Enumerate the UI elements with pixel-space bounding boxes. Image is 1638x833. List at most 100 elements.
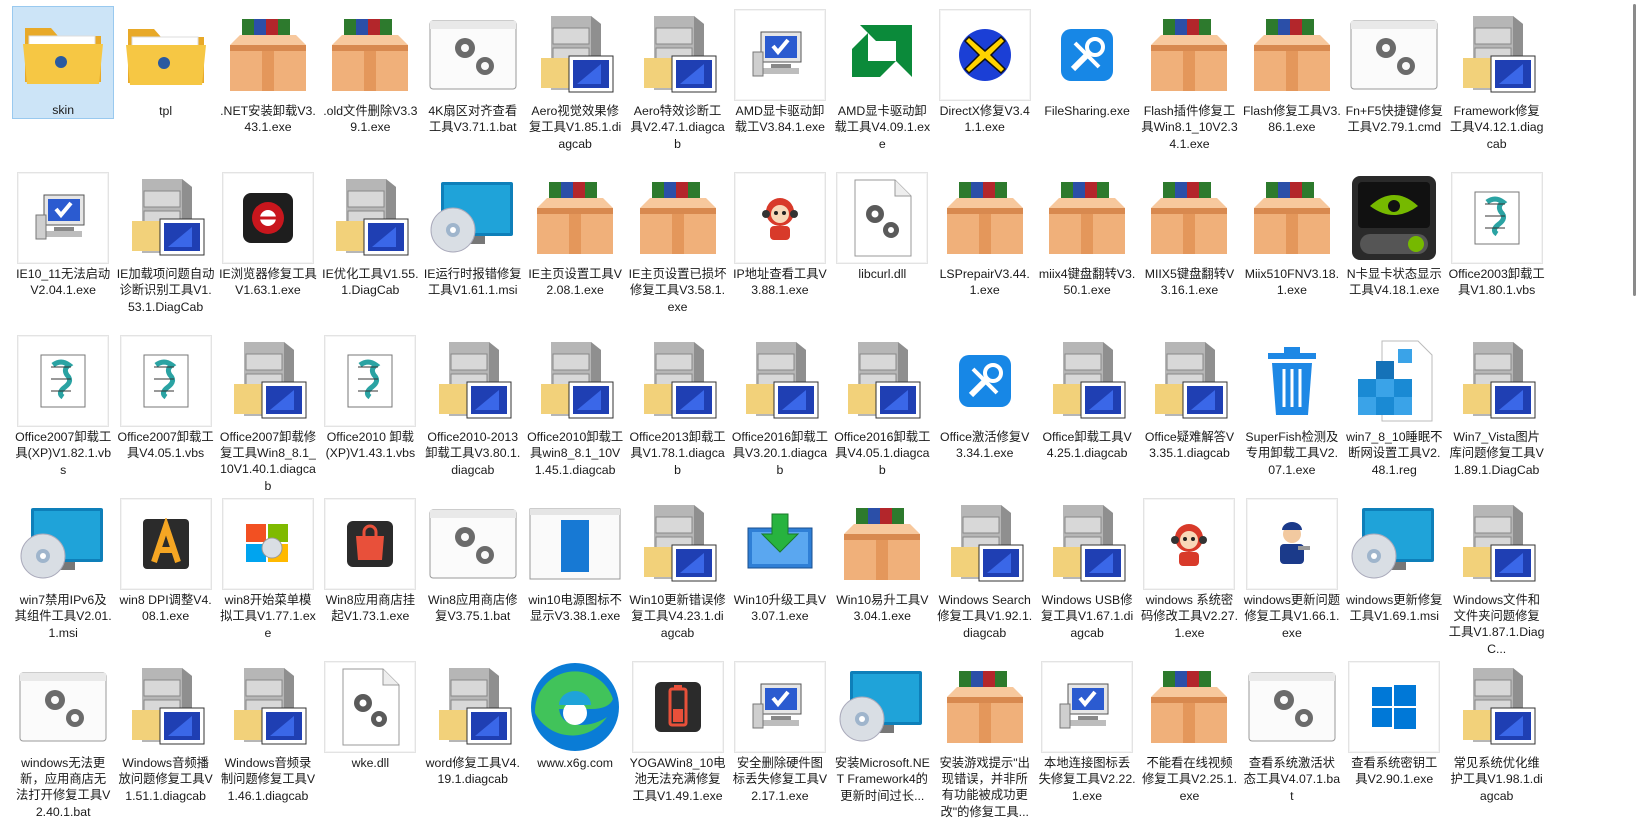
- file-item[interactable]: win8 DPI调整V4.08.1.exe: [114, 495, 216, 658]
- file-item[interactable]: Flash插件修复工具Win8.1_10V2.34.1.exe: [1138, 6, 1240, 169]
- vertical-scrollbar[interactable]: [1628, 0, 1636, 833]
- file-name-label: wke.dll: [351, 756, 390, 770]
- dll-file-icon: [324, 661, 417, 753]
- file-item[interactable]: windows更新修复工具V1.69.1.msi: [1343, 495, 1445, 658]
- file-item[interactable]: www.x6g.com: [524, 658, 626, 821]
- file-item[interactable]: Office疑难解答V3.35.1.diagcab: [1138, 332, 1240, 495]
- file-item[interactable]: Windows音频录制问题修复工具V1.46.1.diagcab: [217, 658, 319, 821]
- file-item[interactable]: IE主页设置已损坏修复工具V3.58.1.exe: [626, 169, 728, 332]
- file-item[interactable]: Flash修复工具V3.86.1.exe: [1241, 6, 1343, 169]
- file-item[interactable]: Office2010-2013卸载工具V3.80.1.diagcab: [422, 332, 524, 495]
- file-item[interactable]: 查看系统激活状态工具V4.07.1.bat: [1241, 658, 1343, 821]
- file-item[interactable]: Windows音频播放问题修复工具V1.51.1.diagcab: [114, 658, 216, 821]
- file-item[interactable]: .old文件删除V3.39.1.exe: [319, 6, 421, 169]
- file-name-label: 常见系统优化维护工具V1.98.1.diagcab: [1450, 756, 1543, 803]
- file-item[interactable]: Miix510FNV3.18.1.exe: [1241, 169, 1343, 332]
- file-item[interactable]: 安装Microsoft.NET Framework4的更新时间过长...: [831, 658, 933, 821]
- file-item[interactable]: Office激活修复V3.34.1.exe: [934, 332, 1036, 495]
- file-name-label: win7_8_10睡眠不断网设置工具V2.48.1.reg: [1346, 430, 1443, 477]
- file-item[interactable]: libcurl.dll: [831, 169, 933, 332]
- file-name-label: 安装Microsoft.NET Framework4的更新时间过长...: [834, 756, 930, 803]
- file-item[interactable]: IE浏览器修复工具V1.63.1.exe: [217, 169, 319, 332]
- cabinet-icon: [222, 661, 314, 753]
- file-item[interactable]: Win8应用商店挂起V1.73.1.exe: [319, 495, 421, 658]
- file-item[interactable]: Office2010卸载工具win8_8.1_10V1.45.1.diagcab: [524, 332, 626, 495]
- file-item[interactable]: 本地连接图标丢失修复工具V2.22.1.exe: [1036, 658, 1138, 821]
- file-item[interactable]: Win10更新错误修复工具V4.23.1.diagcab: [626, 495, 728, 658]
- file-item[interactable]: IP地址查看工具V3.88.1.exe: [729, 169, 831, 332]
- file-item[interactable]: Win10易升工具V3.04.1.exe: [831, 495, 933, 658]
- file-item[interactable]: IE10_11无法启动V2.04.1.exe: [12, 169, 114, 332]
- cabinet-icon: [120, 172, 212, 264]
- file-item[interactable]: Office2007卸载工具V4.05.1.vbs: [114, 332, 216, 495]
- file-item[interactable]: 4K扇区对齐查看工具V3.71.1.bat: [422, 6, 524, 169]
- file-item[interactable]: Framework修复工具V4.12.1.diagcab: [1445, 6, 1547, 169]
- file-item[interactable]: Office卸载工具V4.25.1.diagcab: [1036, 332, 1138, 495]
- file-item[interactable]: IE主页设置工具V2.08.1.exe: [524, 169, 626, 332]
- file-name-label: Windows音频播放问题修复工具V1.51.1.diagcab: [118, 756, 213, 803]
- file-name-label: AMD显卡驱动卸载工V3.84.1.exe: [734, 104, 826, 135]
- file-item[interactable]: 安全删除硬件图标丢失修复工具V2.17.1.exe: [729, 658, 831, 821]
- file-item[interactable]: win8开始菜单模拟工具V1.77.1.exe: [217, 495, 319, 658]
- file-item[interactable]: LSPrepairV3.44.1.exe: [934, 169, 1036, 332]
- file-item[interactable]: Win10升级工具V3.07.1.exe: [729, 495, 831, 658]
- file-item[interactable]: Office2007卸载修复工具Win8_8.1_10V1.40.1.diagc…: [217, 332, 319, 495]
- file-item[interactable]: IE优化工具V1.55.1.DiagCab: [319, 169, 421, 332]
- file-item[interactable]: SuperFish检测及专用卸载工具V2.07.1.exe: [1241, 332, 1343, 495]
- file-item[interactable]: Office2013卸载工具V1.78.1.diagcab: [626, 332, 728, 495]
- file-item[interactable]: 不能看在线视频修复工具V2.25.1.exe: [1138, 658, 1240, 821]
- scrollbar-thumb[interactable]: [1633, 4, 1636, 296]
- package-box-icon: [529, 172, 621, 264]
- file-item[interactable]: windows更新问题修复工具V1.66.1.exe: [1241, 495, 1343, 658]
- file-item[interactable]: FileSharing.exe: [1036, 6, 1138, 169]
- file-name-label: Flash修复工具V3.86.1.exe: [1243, 104, 1341, 135]
- file-item[interactable]: Office2016卸载工具V4.05.1.diagcab: [831, 332, 933, 495]
- cabinet-icon: [222, 335, 314, 427]
- file-name-label: Framework修复工具V4.12.1.diagcab: [1449, 104, 1544, 151]
- file-name-label: Office卸载工具V4.25.1.diagcab: [1042, 430, 1132, 461]
- file-item[interactable]: Windows Search修复工具V1.92.1.diagcab: [934, 495, 1036, 658]
- file-item[interactable]: 查看系统密钥工具V2.90.1.exe: [1343, 658, 1445, 821]
- file-item[interactable]: Fn+F5快捷键修复工具V2.79.1.cmd: [1343, 6, 1445, 169]
- file-item[interactable]: windows无法更新，应用商店无法打开修复工具V2.40.1.bat: [12, 658, 114, 821]
- file-item[interactable]: Office2016卸载工具V3.20.1.diagcab: [729, 332, 831, 495]
- file-item[interactable]: IE运行时报错修复工具V1.61.1.msi: [422, 169, 524, 332]
- file-item[interactable]: Office2003卸载工具V1.80.1.vbs: [1445, 169, 1547, 332]
- file-item[interactable]: win7禁用IPv6及其组件工具V2.01.1.msi: [12, 495, 114, 658]
- file-item[interactable]: MIIX5键盘翻转V3.16.1.exe: [1138, 169, 1240, 332]
- file-name-label: Win10升级工具V3.07.1.exe: [733, 593, 827, 624]
- file-item[interactable]: word修复工具V4.19.1.diagcab: [422, 658, 524, 821]
- file-item[interactable]: 常见系统优化维护工具V1.98.1.diagcab: [1445, 658, 1547, 821]
- package-box-icon: [1143, 661, 1235, 753]
- file-item[interactable]: AMD显卡驱动卸载工具V4.09.1.exe: [831, 6, 933, 169]
- file-item[interactable]: wke.dll: [319, 658, 421, 821]
- file-item[interactable]: DirectX修复V3.41.1.exe: [934, 6, 1036, 169]
- file-item[interactable]: win10电源图标不显示V3.38.1.exe: [524, 495, 626, 658]
- file-item[interactable]: miix4键盘翻转V3.50.1.exe: [1036, 169, 1138, 332]
- file-item[interactable]: win7_8_10睡眠不断网设置工具V2.48.1.reg: [1343, 332, 1445, 495]
- ie-red-icon: [221, 172, 314, 264]
- file-item[interactable]: IE加载项问题自动诊断识别工具V1.53.1.DiagCab: [114, 169, 216, 332]
- file-item[interactable]: Aero特效诊断工具V2.47.1.diagcab: [626, 6, 728, 169]
- file-name-label: windows 系统密码修改工具V2.27.1.exe: [1140, 593, 1238, 640]
- file-item[interactable]: Office2007卸载工具(XP)V1.82.1.vbs: [12, 332, 114, 495]
- file-item[interactable]: Windows USB修复工具V1.67.1.diagcab: [1036, 495, 1138, 658]
- file-item[interactable]: 安装游戏提示"出现错误，并非所有功能被成功更改"的修复工具...: [934, 658, 1036, 821]
- file-item[interactable]: windows 系统密码修改工具V2.27.1.exe: [1138, 495, 1240, 658]
- file-item[interactable]: tpl: [114, 6, 216, 169]
- file-item[interactable]: skin: [12, 6, 115, 119]
- settings-window-icon: [1348, 9, 1440, 101]
- file-item[interactable]: AMD显卡驱动卸载工V3.84.1.exe: [729, 6, 831, 169]
- file-name-label: miix4键盘翻转V3.50.1.exe: [1038, 267, 1136, 298]
- file-item[interactable]: N卡显卡状态显示工具V4.18.1.exe: [1343, 169, 1445, 332]
- file-item[interactable]: Win7_Vista图片库问题修复工具V1.89.1.DiagCab: [1445, 332, 1547, 495]
- file-item[interactable]: Win8应用商店修复V3.75.1.bat: [422, 495, 524, 658]
- file-item[interactable]: Office2010 卸载(XP)V1.43.1.vbs: [319, 332, 421, 495]
- file-item[interactable]: Aero视觉效果修复工具V1.85.1.diagcab: [524, 6, 626, 169]
- file-name-label: Office2003卸载工具V1.80.1.vbs: [1448, 267, 1545, 298]
- file-name-label: IP地址查看工具V3.88.1.exe: [733, 267, 827, 298]
- file-item[interactable]: YOGAWin8_10电池无法充满修复工具V1.49.1.exe: [626, 658, 728, 821]
- file-item[interactable]: .NET安装卸载V3.43.1.exe: [217, 6, 319, 169]
- file-item[interactable]: Windows文件和文件夹问题修复工具V1.87.1.DiagC...: [1445, 495, 1547, 658]
- settings-window-icon: [427, 9, 519, 101]
